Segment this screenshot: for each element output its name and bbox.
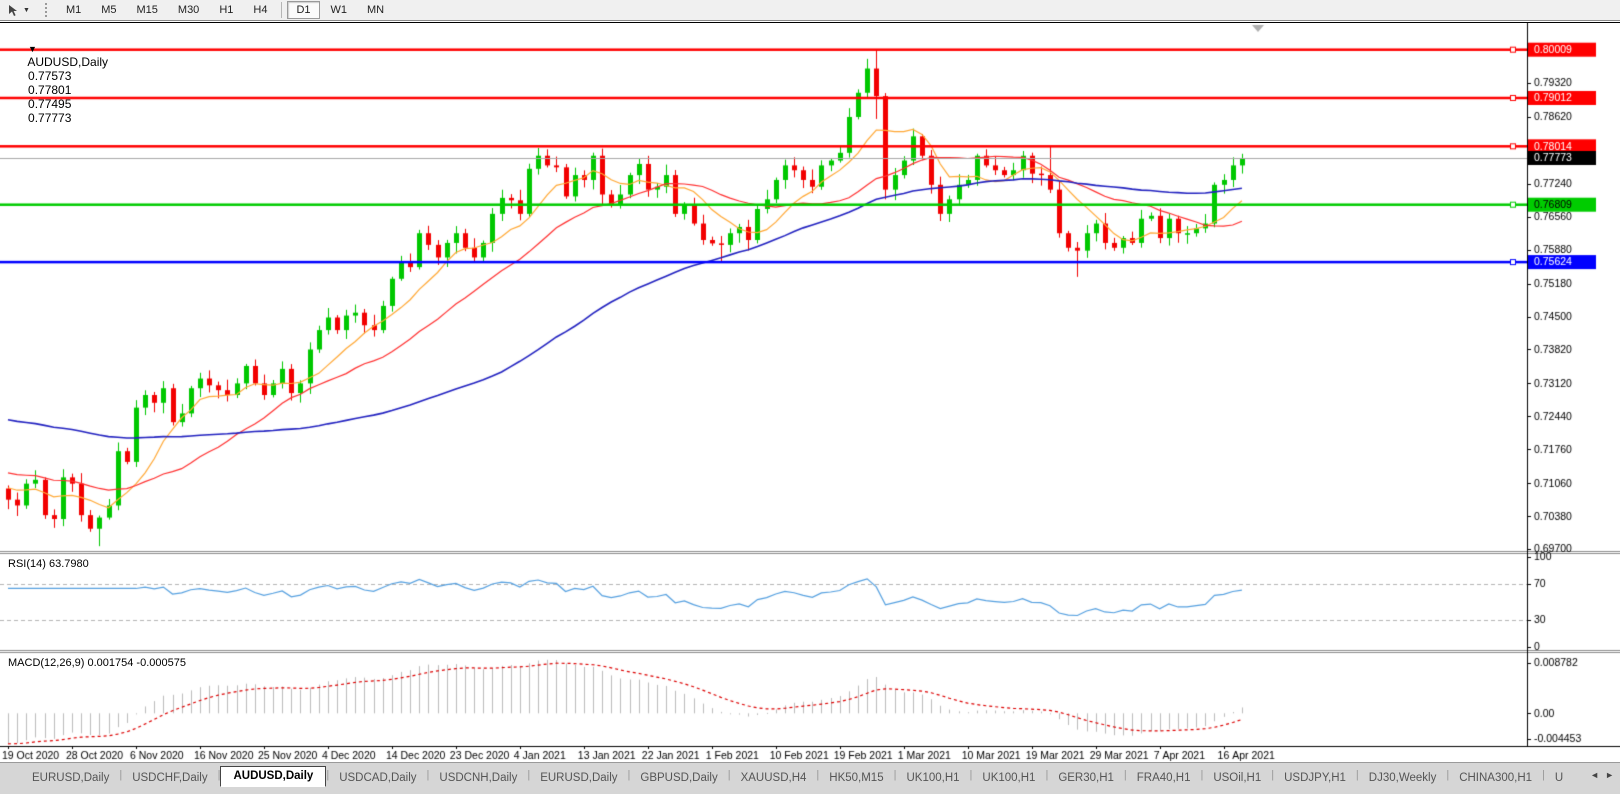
toolbar-grip[interactable] [44, 3, 51, 17]
timeframe-button-M1[interactable]: M1 [57, 1, 90, 19]
chart-tab-UK100,H1[interactable]: UK100,H1 [896, 768, 969, 787]
collapse-triangle-icon: ▼ [28, 44, 37, 54]
timeframe-buttons: M1 M5 M15 M30 H1 H4 D1 W1 MN [56, 0, 394, 20]
caret-down-icon: ▼ [23, 6, 30, 14]
timeframe-button-H4[interactable]: H4 [244, 1, 276, 19]
chart-tab-AUDUSD,Daily[interactable]: AUDUSD,Daily [220, 766, 327, 787]
chart-tab-USDCAD,Daily[interactable]: USDCAD,Daily [329, 768, 426, 787]
tab-scroll-right-icon[interactable]: ► [1605, 770, 1614, 780]
ohlc-low: 0.77495 [28, 97, 72, 111]
chart-tab-EURUSD,Daily[interactable]: EURUSD,Daily [22, 768, 119, 787]
chart-tab-XAUUSD,H4[interactable]: XAUUSD,H4 [731, 768, 817, 787]
timeframe-button-H1[interactable]: H1 [210, 1, 242, 19]
ohlc-close: 0.77773 [28, 111, 72, 125]
chart-tab-FRA40,H1[interactable]: FRA40,H1 [1127, 768, 1201, 787]
chart-canvas[interactable] [0, 23, 1620, 763]
chart-tab-bar: EURUSD,Daily | USDCHF,Daily | AUDUSD,Daily | U… [0, 762, 1620, 794]
timeframe-toolbar: ▼ M1 M5 M15 M30 H1 H4 D1 W1 MN [0, 0, 1620, 21]
ohlc-high: 0.77801 [28, 83, 72, 97]
chart-tab-GER30,H1[interactable]: GER30,H1 [1048, 768, 1124, 787]
timeframe-button-W1[interactable]: W1 [322, 1, 357, 19]
chart-title: ▼ AUDUSD,Daily 0.77573 0.77801 0.77495 0… [8, 27, 111, 139]
chart-tab-EURUSD,Daily[interactable]: EURUSD,Daily [530, 768, 627, 787]
cursor-crosshair-icon [9, 4, 17, 16]
chart-tab-UK100,H1[interactable]: UK100,H1 [972, 768, 1045, 787]
chart-tab-U[interactable]: U [1545, 768, 1573, 787]
tab-scroll-arrows: ◄ ► [1584, 763, 1620, 787]
mt4-window: ▼ M1 M5 M15 M30 H1 H4 D1 W1 MN ▼ AUDUSD,Daily 0.… [0, 0, 1620, 794]
chart-tab-CHINA300,H1[interactable]: CHINA300,H1 [1449, 768, 1542, 787]
chart-tab-USDJPY,H1[interactable]: USDJPY,H1 [1274, 768, 1356, 787]
chart-tab-DJ30,Weekly[interactable]: DJ30,Weekly [1359, 768, 1447, 787]
chart-tabs: EURUSD,Daily | USDCHF,Daily | AUDUSD,Daily | U… [0, 763, 1584, 787]
chart-tab-USOil,H1[interactable]: USOil,H1 [1203, 768, 1271, 787]
chart-tab-HK50,M15[interactable]: HK50,M15 [819, 768, 893, 787]
macd-indicator-label: MACD(12,26,9) 0.001754 -0.000575 [8, 657, 186, 669]
chart-symbol-label: AUDUSD,Daily [27, 55, 109, 69]
tab-scroll-left-icon[interactable]: ◄ [1590, 770, 1599, 780]
timeframe-button-D1[interactable]: D1 [287, 1, 320, 19]
cursor-tool-button[interactable]: ▼ [1, 1, 36, 19]
timeframe-button-M5[interactable]: M5 [92, 1, 125, 19]
ohlc-open: 0.77573 [28, 69, 72, 83]
timeframe-button-M15[interactable]: M15 [128, 1, 167, 19]
chart-tab-USDCNH,Daily[interactable]: USDCNH,Daily [429, 768, 527, 787]
timeframe-button-MN[interactable]: MN [358, 1, 393, 19]
chart-window: ▼ AUDUSD,Daily 0.77573 0.77801 0.77495 0… [0, 22, 1620, 763]
toolbar-separator [281, 2, 283, 18]
timeframe-button-M30[interactable]: M30 [169, 1, 208, 19]
chart-tab-USDCHF,Daily[interactable]: USDCHF,Daily [122, 768, 217, 787]
rsi-indicator-label: RSI(14) 63.7980 [8, 558, 89, 570]
chart-tab-GBPUSD,Daily[interactable]: GBPUSD,Daily [630, 768, 727, 787]
